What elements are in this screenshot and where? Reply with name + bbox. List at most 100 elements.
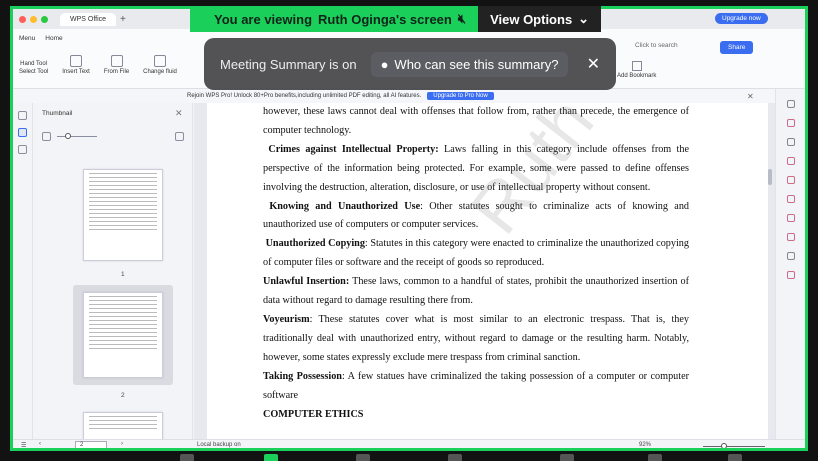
menu-item[interactable]: Menu: [19, 35, 35, 42]
banner-prefix: You are viewing: [214, 11, 313, 27]
mic-off-icon: 🔇︎: [457, 11, 467, 26]
paragraph-heading: Knowing and Unauthorized Use: [269, 200, 421, 212]
upgrade-pro-button[interactable]: Upgrade to Pro Now: [427, 92, 494, 100]
image-edit-icon[interactable]: [786, 176, 795, 184]
file-icon[interactable]: [786, 252, 795, 260]
layers-panel-icon[interactable]: [18, 145, 27, 154]
hand-tool-label: Hand Tool: [20, 61, 48, 67]
people-icon: ●: [380, 56, 389, 72]
paragraph: Voyeurism: These statutes cover what is …: [263, 313, 689, 363]
paragraph-heading: Voyeurism: [263, 313, 310, 325]
image-icon: [110, 55, 123, 67]
left-rail: [13, 103, 33, 439]
zoom-level[interactable]: 92%: [639, 442, 651, 448]
zoom-window: You are viewing Ruth Oginga's screen 🔇︎ …: [0, 0, 818, 461]
page-thumbnail-1[interactable]: [83, 169, 163, 261]
next-page-icon[interactable]: ›: [121, 441, 123, 447]
change-fluid-label: Change fluid: [143, 69, 177, 75]
thumbnail-panel: Thumbnail ✕ 1 2: [33, 103, 193, 442]
menu-item[interactable]: Home: [45, 35, 62, 42]
export-icon[interactable]: [786, 214, 795, 222]
paragraph-heading: Unauthorized Copying: [265, 238, 365, 250]
chevron-down-icon: ⌄: [578, 11, 590, 26]
section-heading: COMPUTER ETHICS: [263, 408, 364, 420]
paragraph: Unlawful Insertion: These laws, common t…: [263, 276, 689, 307]
menu-row: Menu Home: [19, 35, 63, 42]
paragraph: Knowing and Unauthorized Use: Other stat…: [263, 200, 690, 231]
from-file-tool[interactable]: From File: [104, 55, 129, 75]
view-options-label: View Options: [490, 11, 573, 27]
zoom-slider[interactable]: [703, 446, 765, 447]
toolbar-icon[interactable]: [448, 454, 462, 461]
thumbnail-zoom-slider[interactable]: [42, 130, 184, 142]
from-file-label: From File: [103, 69, 130, 75]
document-area: however, these laws cannot deal with off…: [194, 103, 775, 439]
maximize-dot-icon[interactable]: [41, 15, 48, 23]
summary-label: Meeting Summary is on: [220, 56, 357, 72]
page-number-input[interactable]: 2: [75, 441, 107, 448]
image-icon[interactable]: [175, 131, 184, 141]
vertical-scrollbar[interactable]: [768, 169, 772, 185]
meeting-summary-notice: Meeting Summary is on ● Who can see this…: [204, 38, 616, 90]
print-icon[interactable]: [786, 138, 795, 146]
paragraph-heading: Crimes against Intellectual Property:: [268, 143, 439, 155]
upgrade-now-button[interactable]: Upgrade now: [715, 13, 768, 24]
sidebar-toggle-icon[interactable]: ☰: [21, 442, 26, 448]
sign-icon[interactable]: [786, 157, 795, 165]
minimize-dot-icon[interactable]: [30, 15, 37, 23]
status-bar: ☰ ‹ 2 › Local backup on 92%: [13, 439, 805, 448]
convert-icon[interactable]: [786, 195, 795, 203]
compress-icon[interactable]: [786, 233, 795, 241]
browser-tab[interactable]: WPS Office: [60, 12, 117, 26]
toolbar-icon[interactable]: [648, 454, 662, 461]
grid-icon[interactable]: [42, 131, 51, 141]
page-text: however, these laws cannot deal with off…: [263, 103, 689, 424]
paragraph-heading: Taking Possession: [263, 370, 342, 382]
insert-text-label: Insert Text: [62, 69, 90, 75]
text-icon: [70, 55, 83, 67]
search-input[interactable]: Click to search: [635, 42, 678, 49]
change-fluid-tool[interactable]: Change fluid: [143, 55, 177, 75]
paragraph: Taking Possession: A few statues have cr…: [263, 370, 689, 401]
eraser-icon: [154, 55, 167, 67]
toolbar-icon[interactable]: [728, 454, 742, 461]
backup-status: Local backup on: [197, 442, 241, 448]
slider-track[interactable]: [57, 132, 97, 139]
toolbar-icon[interactable]: [560, 454, 574, 461]
share-button[interactable]: Share: [720, 41, 754, 54]
settings-icon[interactable]: [786, 271, 795, 279]
pdf-page: however, these laws cannot deal with off…: [207, 103, 768, 439]
thumbnail-panel-icon[interactable]: [18, 128, 27, 137]
page-thumbnail-3[interactable]: [83, 412, 163, 442]
hand-tool[interactable]: Hand Tool Select Tool: [19, 61, 48, 75]
insert-text-tool[interactable]: Insert Text: [62, 55, 90, 75]
toolbar-icon[interactable]: [356, 454, 370, 461]
ai-icon[interactable]: [786, 119, 795, 127]
right-rail: [775, 89, 805, 439]
page-thumbnail-2[interactable]: [83, 292, 163, 378]
previous-page-icon[interactable]: ‹: [39, 441, 41, 447]
paragraph: however, these laws cannot deal with off…: [263, 106, 689, 136]
close-dot-icon[interactable]: [19, 15, 26, 23]
collapse-icon[interactable]: [786, 100, 795, 108]
summary-visibility-button[interactable]: ● Who can see this summary?: [370, 51, 569, 77]
paragraph: Crimes against Intellectual Property: La…: [263, 143, 690, 193]
toolbar-icon[interactable]: [180, 454, 194, 461]
select-tool-label[interactable]: Select Tool: [19, 69, 48, 75]
zoom-slider-handle[interactable]: [721, 443, 727, 448]
new-tab-icon[interactable]: +: [120, 14, 126, 25]
share-screen-icon[interactable]: [264, 454, 278, 461]
paragraph-heading: Unlawful Insertion:: [263, 276, 350, 288]
close-icon[interactable]: ✕: [175, 108, 183, 119]
close-icon[interactable]: ✕: [747, 92, 754, 101]
add-bookmark-button[interactable]: Add Bookmark: [617, 61, 656, 79]
presenter-screen: Ruth Oginga's screen: [318, 11, 452, 27]
screen-share-banner: You are viewing Ruth Oginga's screen 🔇︎ …: [190, 6, 602, 32]
view-options-button[interactable]: View Options ⌄: [478, 6, 602, 32]
page-number-1: 1: [121, 271, 125, 278]
close-icon[interactable]: ✕: [587, 54, 600, 74]
slider-handle[interactable]: [65, 132, 71, 139]
thumbnail-title: Thumbnail: [42, 110, 73, 117]
paragraph: Unauthorized Copying: Statutes in this c…: [263, 238, 689, 269]
bookmark-panel-icon[interactable]: [18, 111, 27, 120]
